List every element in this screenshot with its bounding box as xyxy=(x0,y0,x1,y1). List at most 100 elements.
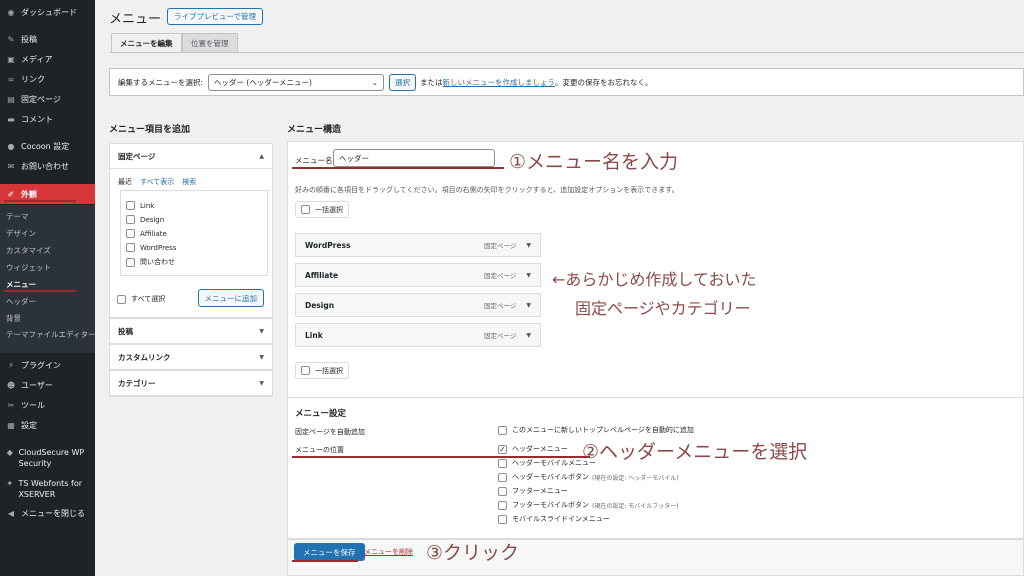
checkbox[interactable] xyxy=(498,472,507,482)
list-item[interactable]: WordPress xyxy=(126,243,176,252)
list-item[interactable]: Affiliate xyxy=(126,229,167,238)
save-menu-button[interactable]: メニューを保存 xyxy=(294,543,365,561)
menu-item[interactable]: Design 固定ページ ▼ xyxy=(295,293,541,317)
font-icon: ✦ xyxy=(6,478,14,488)
menu-item[interactable]: WordPress 固定ページ ▼ xyxy=(295,233,541,257)
checkbox[interactable] xyxy=(126,243,135,252)
menu-name-input[interactable]: ヘッダー xyxy=(333,149,495,167)
submenu-design[interactable]: デザイン xyxy=(6,228,36,239)
location-option[interactable]: モバイルスライドインメニュー xyxy=(498,514,610,524)
sidebar-collapse[interactable]: ◀ メニューを閉じる xyxy=(0,503,95,523)
checkbox[interactable] xyxy=(126,257,135,267)
tab-view-all[interactable]: すべて表示 xyxy=(140,177,174,187)
sidebar-item-contact[interactable]: ✉ お問い合わせ xyxy=(0,156,95,176)
submenu-header[interactable]: ヘッダー xyxy=(6,296,36,307)
select-all[interactable]: すべて選択 xyxy=(117,294,165,304)
sidebar-item-links[interactable]: ∞ リンク xyxy=(0,69,95,89)
mail-icon: ✉ xyxy=(7,161,15,171)
pages-panel: 固定ページ ▲ 最近 すべて表示 検索 Link Design Affiliate… xyxy=(109,143,273,318)
create-new-menu-link[interactable]: 新しいメニューを作成しましょう xyxy=(443,77,556,88)
menus-underline xyxy=(4,290,76,292)
chevron-down-icon[interactable]: ▼ xyxy=(526,272,531,279)
sidebar-item-plugins[interactable]: ⚡ プラグイン xyxy=(0,355,95,375)
submenu-theme[interactable]: テーマ xyxy=(6,211,29,222)
sidebar-item-cloudsecure[interactable]: ◆ CloudSecure WP Security xyxy=(0,443,95,473)
checkbox[interactable] xyxy=(301,205,310,214)
checked-checkbox[interactable]: ✓ xyxy=(498,444,507,454)
chevron-down-icon[interactable]: ▼ xyxy=(526,302,531,309)
admin-sidebar: ◉ ダッシュボード ✎ 投稿 ▣ メディア ∞ リンク ▤ 固定ページ ▬ コメント ● Co… xyxy=(0,0,95,576)
page-title: メニュー xyxy=(109,12,162,27)
pages-panel-header[interactable]: 固定ページ ▲ xyxy=(110,144,272,169)
location-option[interactable]: ヘッダーモバイルボタン (現在の設定: ヘッダーモバイル) xyxy=(498,472,679,482)
sidebar-item-cocoon[interactable]: ● Cocoon 設定 xyxy=(0,136,95,156)
checkbox[interactable] xyxy=(498,458,507,468)
auto-add-option[interactable]: このメニューに新しいトップレベルページを自動的に追加 xyxy=(498,425,694,435)
list-item[interactable]: Link xyxy=(126,201,154,210)
select-button[interactable]: 選択 xyxy=(389,73,417,91)
menu-select-bar: 編集するメニューを選択: ヘッダー (ヘッダーメニュー) ⌄ 選択 または 新しい… xyxy=(109,68,1024,96)
sidebar-item-comments[interactable]: ▬ コメント xyxy=(0,109,95,129)
location-option[interactable]: フッターメニュー xyxy=(498,486,568,496)
posts-panel-header[interactable]: 投稿 ▼ xyxy=(110,319,272,344)
sidebar-item-posts[interactable]: ✎ 投稿 xyxy=(0,29,95,49)
submenu-theme-editor[interactable]: テーマファイルエディター xyxy=(6,329,95,340)
chevron-down-icon[interactable]: ▼ xyxy=(526,332,531,339)
menu-item[interactable]: Affiliate 固定ページ ▼ xyxy=(295,263,541,287)
sidebar-item-settings[interactable]: ▦ 設定 xyxy=(0,415,95,435)
location-option[interactable]: フッターモバイルボタン (現在の設定: モバイルフッター) xyxy=(498,500,679,510)
submenu-background[interactable]: 背景 xyxy=(6,313,21,324)
chevron-down-icon[interactable]: ▼ xyxy=(526,242,531,249)
auto-add-label: 固定ページを自動追加 xyxy=(295,428,365,436)
sidebar-item-pages[interactable]: ▤ 固定ページ xyxy=(0,89,95,109)
menu-select[interactable]: ヘッダー (ヘッダーメニュー) ⌄ xyxy=(208,73,385,91)
live-preview-button[interactable]: ライブプレビューで管理 xyxy=(167,8,264,25)
sidebar-item-media[interactable]: ▣ メディア xyxy=(0,49,95,69)
cocoon-icon: ● xyxy=(7,141,15,151)
annotation-step2: ②ヘッダーメニューを選択 xyxy=(582,441,808,463)
annotation-step1: ①メニュー名を入力 xyxy=(509,151,679,173)
checkbox[interactable] xyxy=(498,514,507,524)
sidebar-item-users[interactable]: ☻ ユーザー xyxy=(0,375,95,395)
chevron-down-icon: ▼ xyxy=(259,379,264,387)
custom-links-panel-header[interactable]: カスタムリンク ▼ xyxy=(110,345,272,370)
checkbox[interactable] xyxy=(498,486,507,496)
tab-manage-locations[interactable]: 位置を管理 xyxy=(182,33,238,52)
sidebar-item-dashboard[interactable]: ◉ ダッシュボード xyxy=(0,2,95,22)
add-to-menu-button[interactable]: メニューに追加 xyxy=(197,289,264,307)
list-item[interactable]: Design xyxy=(126,215,164,224)
checkbox[interactable] xyxy=(301,366,310,375)
tab-search[interactable]: 検索 xyxy=(182,177,196,187)
appearance-submenu: テーマ デザイン カスタマイズ ウィジェット メニュー ヘッダー 背景 テーマフ… xyxy=(0,205,95,353)
bulk-select-button-bottom[interactable]: 一括選択 xyxy=(295,362,349,379)
submenu-widgets[interactable]: ウィジェット xyxy=(6,262,51,273)
page-icon: ▤ xyxy=(7,94,15,104)
menu-item[interactable]: Link 固定ページ ▼ xyxy=(295,323,541,347)
appearance-underline xyxy=(4,200,76,202)
menu-structure-heading: メニュー構造 xyxy=(287,125,342,135)
checkbox[interactable] xyxy=(117,294,126,304)
checkbox[interactable] xyxy=(126,201,135,210)
annotation-step3: ③クリック xyxy=(426,542,520,564)
menu-structure-panel: メニュー名 ヘッダー 好みの順番に各項目をドラッグしてください。項目の右側の矢印… xyxy=(287,141,1024,539)
annotation-arrow-note: ←あらかじめ作成しておいた xyxy=(552,270,757,289)
delete-menu-link[interactable]: メニューを削除 xyxy=(364,547,413,557)
main-content: メニュー ライブプレビューで管理 メニューを編集 位置を管理 編集するメニューを… xyxy=(95,0,1024,576)
checkbox[interactable] xyxy=(498,500,507,510)
bulk-select-button[interactable]: 一括選択 xyxy=(295,201,349,218)
submenu-customize[interactable]: カスタマイズ xyxy=(6,245,51,256)
location-option[interactable]: ✓ ヘッダーメニュー xyxy=(498,444,568,454)
list-item[interactable]: 問い合わせ xyxy=(126,257,175,267)
checkbox[interactable] xyxy=(126,215,135,224)
checkbox[interactable] xyxy=(498,425,507,435)
checkbox[interactable] xyxy=(126,229,135,238)
submenu-menus[interactable]: メニュー xyxy=(6,279,36,290)
tab-edit-menus[interactable]: メニューを編集 xyxy=(111,33,182,52)
sidebar-item-tools[interactable]: ✂ ツール xyxy=(0,395,95,415)
custom-links-panel: カスタムリンク ▼ xyxy=(109,344,273,371)
sidebar-item-ts-webfonts[interactable]: ✦ TS Webfonts for XSERVER xyxy=(0,474,95,504)
settings-divider xyxy=(288,397,1023,398)
categories-panel-header[interactable]: カテゴリー ▼ xyxy=(110,371,272,396)
settings-icon: ▦ xyxy=(7,420,15,430)
tab-recent[interactable]: 最近 xyxy=(118,177,132,187)
